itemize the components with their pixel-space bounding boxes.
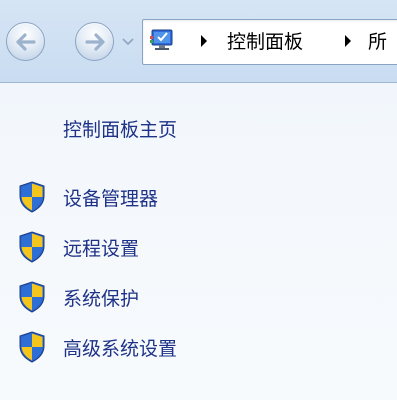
back-button[interactable] bbox=[6, 22, 45, 61]
task-remote-settings[interactable]: 远程设置 bbox=[17, 230, 139, 264]
address-bar[interactable]: 控制面板 所 bbox=[142, 19, 397, 65]
uac-shield-icon bbox=[19, 331, 45, 363]
system-window: 控制面板 所 控制面板主页 设备管理器 远程设置 系统保护 高级系统设置 bbox=[0, 0, 397, 400]
forward-arrow-icon bbox=[84, 32, 105, 51]
uac-shield-icon bbox=[19, 281, 45, 313]
forward-button[interactable] bbox=[75, 22, 114, 61]
back-arrow-icon bbox=[15, 32, 36, 51]
navigation-bar: 控制面板 所 bbox=[0, 0, 397, 83]
task-label: 系统保护 bbox=[63, 287, 140, 310]
task-label: 远程设置 bbox=[63, 237, 140, 260]
task-device-manager[interactable]: 设备管理器 bbox=[17, 180, 158, 214]
uac-shield-icon bbox=[19, 181, 45, 213]
breadcrumb-separator-icon[interactable] bbox=[343, 34, 353, 48]
breadcrumb-control-panel[interactable]: 控制面板 bbox=[227, 29, 303, 55]
task-system-protection[interactable]: 系统保护 bbox=[17, 280, 139, 314]
task-advanced-system-settings[interactable]: 高级系统设置 bbox=[17, 330, 177, 364]
task-label: 高级系统设置 bbox=[63, 337, 178, 360]
control-panel-icon bbox=[150, 29, 173, 50]
recent-pages-dropdown[interactable] bbox=[120, 35, 136, 49]
task-pane: 控制面板主页 设备管理器 远程设置 系统保护 高级系统设置 bbox=[0, 83, 397, 400]
task-label: 设备管理器 bbox=[63, 187, 159, 210]
control-panel-home-link[interactable]: 控制面板主页 bbox=[63, 115, 177, 142]
chevron-down-icon bbox=[122, 38, 134, 46]
breadcrumb-all-items[interactable]: 所 bbox=[368, 29, 387, 55]
uac-shield-icon bbox=[19, 231, 45, 263]
breadcrumb-separator-icon[interactable] bbox=[199, 34, 209, 48]
